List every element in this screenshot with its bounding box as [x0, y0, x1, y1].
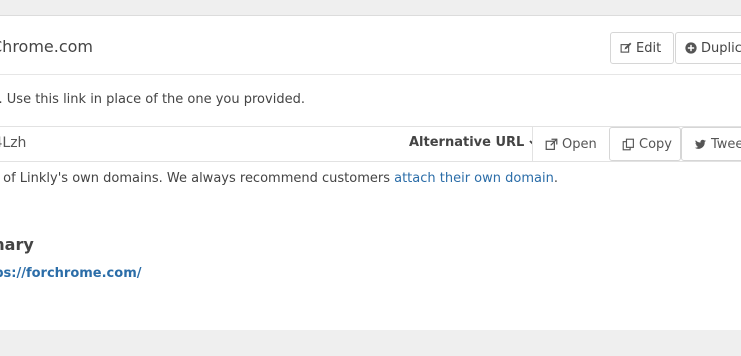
domain-note: e of Linkly's own domains. We always rec…: [0, 171, 558, 186]
copy-button[interactable]: Copy: [609, 127, 681, 161]
twitter-icon: [694, 139, 707, 149]
copy-button-label: Copy: [639, 136, 672, 152]
attach-domain-link[interactable]: attach their own domain: [394, 171, 554, 186]
domain-note-text: e of Linkly's own domains. We always rec…: [0, 171, 395, 186]
domain-note-suffix: .: [553, 171, 558, 186]
destination-url-link[interactable]: tps://forchrome.com/: [0, 266, 142, 281]
open-button[interactable]: Open: [532, 127, 611, 161]
url-type-dropdown[interactable]: Alternative URL: [409, 135, 539, 150]
short-url-row: t4Lzh Alternative URL Open Copy: [0, 126, 741, 162]
open-button-label: Open: [562, 136, 597, 152]
short-url-value[interactable]: t4Lzh: [0, 135, 26, 151]
tweet-button-label: Twee: [711, 136, 741, 152]
copy-icon: [622, 138, 634, 150]
panel-header: Chrome.com Edit Duplic: [0, 16, 741, 75]
edit-icon: [620, 42, 632, 53]
page-title: Chrome.com: [0, 37, 94, 56]
url-type-label: Alternative URL: [409, 135, 525, 150]
edit-button-label: Edit: [636, 40, 662, 56]
external-link-icon: [545, 138, 558, 150]
duplicate-button-label: Duplic: [701, 40, 741, 56]
edit-button[interactable]: Edit: [610, 32, 674, 64]
link-description: k. Use this link in place of the one you…: [0, 92, 305, 107]
plus-circle-icon: [685, 42, 697, 54]
summary-heading: mary: [0, 235, 34, 254]
tweet-button[interactable]: Twee: [681, 127, 741, 161]
duplicate-button[interactable]: Duplic: [675, 32, 741, 64]
link-details-panel: Chrome.com Edit Duplic k. Use this link …: [0, 15, 741, 330]
top-background-strip: [0, 0, 741, 15]
